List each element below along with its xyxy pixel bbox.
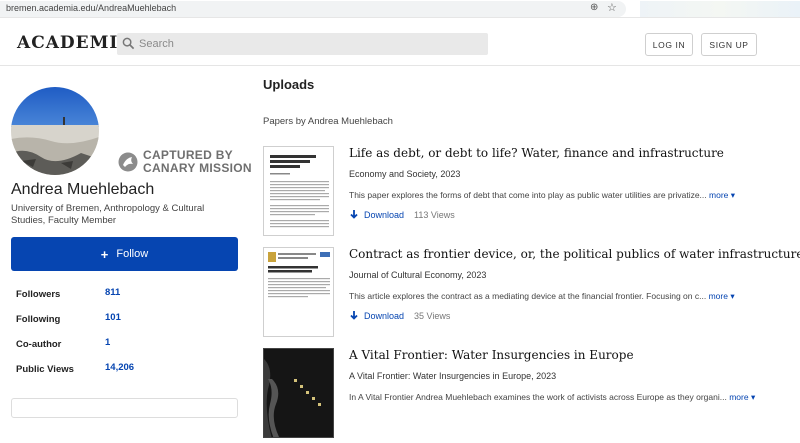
paper-item: Life as debt, or debt to life? Water, fi… xyxy=(263,146,783,241)
login-button[interactable]: LOG IN xyxy=(645,33,693,56)
paper-thumbnail[interactable] xyxy=(263,146,334,236)
paper-actions: Download 113 Views xyxy=(349,210,455,220)
download-label: Download xyxy=(364,210,405,220)
abstract-text: In A Vital Frontier Andrea Muehlebach ex… xyxy=(349,392,727,402)
download-icon xyxy=(350,210,358,219)
paper-journal: Journal of Cultural Economy, 2023 xyxy=(349,270,487,280)
follow-button[interactable]: + Follow xyxy=(11,237,238,271)
signup-button[interactable]: SIGN UP xyxy=(701,33,757,56)
download-button[interactable]: Download xyxy=(349,311,404,321)
stat-value[interactable]: 101 xyxy=(105,312,121,323)
paper-abstract: This paper explores the forms of debt th… xyxy=(349,190,735,201)
stat-label: Followers xyxy=(16,289,61,300)
papers-heading: Papers by Andrea Muehlebach xyxy=(263,116,393,127)
paper-thumbnail[interactable] xyxy=(263,247,334,337)
plus-icon: + xyxy=(100,246,109,262)
paper-journal: A Vital Frontier: Water Insurgencies in … xyxy=(349,371,557,381)
browser-address-bar: bremen.academia.edu/AndreaMuehlebach ⊕ ☆ xyxy=(0,0,800,18)
url-field[interactable]: bremen.academia.edu/AndreaMuehlebach ⊕ ☆ xyxy=(0,1,626,17)
site-header: ACADEMIA LOG IN SIGN UP xyxy=(0,18,800,66)
caret-down-icon: ▾ xyxy=(730,190,736,200)
paper-title-link[interactable]: Contract as frontier device, or, the pol… xyxy=(349,247,800,261)
more-link[interactable]: more ▾ xyxy=(729,392,755,402)
paper-abstract: This article explores the contract as a … xyxy=(349,291,735,302)
search-icon xyxy=(122,37,135,50)
stat-value[interactable]: 1 xyxy=(105,337,110,348)
zoom-icon[interactable]: ⊕ xyxy=(590,2,598,13)
stat-value[interactable]: 811 xyxy=(105,287,120,298)
more-label: more xyxy=(709,190,729,200)
stat-label: Public Views xyxy=(16,364,74,375)
academia-logo[interactable]: ACADEMIA xyxy=(17,33,133,53)
profile-affiliation[interactable]: University of Bremen, Anthropology & Cul… xyxy=(11,203,236,227)
caret-down-icon: ▾ xyxy=(730,291,735,301)
more-label: more xyxy=(708,291,728,301)
paper-thumbnail[interactable] xyxy=(263,348,334,438)
stat-label: Co-author xyxy=(16,339,62,350)
views-count: 35 Views xyxy=(414,311,451,321)
url-text: bremen.academia.edu/AndreaMuehlebach xyxy=(6,3,177,13)
more-link[interactable]: more ▾ xyxy=(709,291,735,301)
paper-actions: Download 35 Views xyxy=(349,311,450,321)
more-link[interactable]: more ▾ xyxy=(709,190,735,200)
browser-toolbar-area xyxy=(640,1,800,17)
avatar xyxy=(11,87,99,175)
search-bar[interactable] xyxy=(117,33,488,55)
abstract-text: This article explores the contract as a … xyxy=(349,291,707,301)
paper-item: A Vital Frontier: Water Insurgencies in … xyxy=(263,348,783,443)
abstract-text: This paper explores the forms of debt th… xyxy=(349,190,707,200)
views-count: 113 Views xyxy=(414,210,455,220)
stat-followers[interactable]: Followers 811 xyxy=(16,284,236,309)
follow-label: Follow xyxy=(116,248,149,260)
caret-down-icon: ▾ xyxy=(750,392,756,402)
paper-item: Contract as frontier device, or, the pol… xyxy=(263,247,800,342)
download-icon xyxy=(350,311,358,320)
download-button[interactable]: Download xyxy=(349,210,404,220)
profile-stats: Followers 811 Following 101 Co-author 1 … xyxy=(16,284,236,384)
profile-name: Andrea Muehlebach xyxy=(11,181,155,198)
sidebar-card xyxy=(11,398,238,418)
paper-title-link[interactable]: Life as debt, or debt to life? Water, fi… xyxy=(349,146,724,160)
stat-label: Following xyxy=(16,314,61,325)
stat-public-views: Public Views 14,206 xyxy=(16,359,236,384)
paper-abstract: In A Vital Frontier Andrea Muehlebach ex… xyxy=(349,392,755,403)
stat-value: 14,206 xyxy=(105,362,135,373)
more-label: more xyxy=(729,392,749,402)
canary-mission-watermark: CAPTURED BY CANARY MISSION xyxy=(118,149,252,175)
stat-following[interactable]: Following 101 xyxy=(16,309,236,334)
download-label: Download xyxy=(364,311,405,321)
paper-journal: Economy and Society, 2023 xyxy=(349,169,461,179)
bookmark-star-icon[interactable]: ☆ xyxy=(607,1,617,14)
paper-title-link[interactable]: A Vital Frontier: Water Insurgencies in … xyxy=(349,348,634,362)
watermark-line-2: CANARY MISSION xyxy=(143,161,252,175)
stat-coauthor[interactable]: Co-author 1 xyxy=(16,334,236,359)
canary-logo-icon xyxy=(118,152,138,172)
page-title: Uploads xyxy=(263,77,315,92)
search-input[interactable] xyxy=(139,35,479,53)
